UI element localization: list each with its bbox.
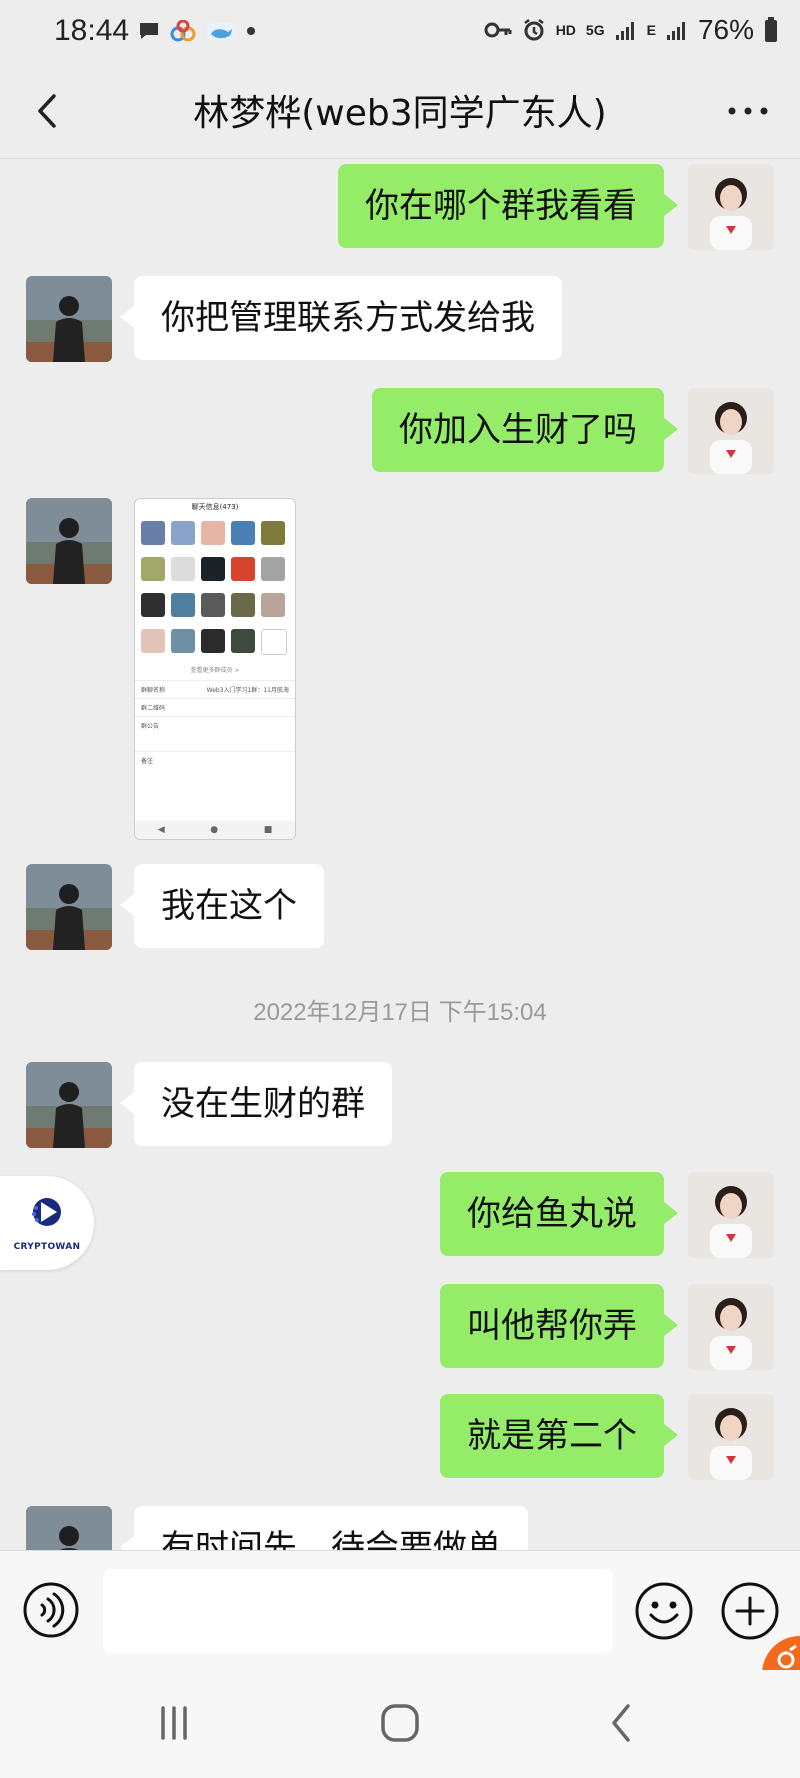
message-bubble-outgoing[interactable]: 你给鱼丸说: [440, 1172, 678, 1256]
message-timestamp: 2022年12月17日 下午15:04: [253, 999, 547, 1026]
message-bubble-outgoing[interactable]: 你在哪个群我看看: [338, 164, 678, 248]
system-indicators: HD 5G E 76%: [484, 14, 778, 46]
voice-input-button[interactable]: [22, 1581, 80, 1639]
back-button[interactable]: [24, 86, 74, 136]
shot-row: 群公告: [135, 716, 295, 751]
more-members-link: 查看更多群成员 >: [190, 667, 240, 674]
shot-title: 聊天信息(473): [191, 503, 239, 511]
home-button[interactable]: [370, 1698, 430, 1748]
clock: 18:44: [54, 14, 130, 47]
message-bubble-outgoing[interactable]: 叫他帮你弄: [440, 1284, 678, 1368]
message-bubble-incoming[interactable]: 我在这个: [120, 864, 324, 948]
my-avatar[interactable]: [688, 164, 774, 250]
system-nav-bar: [0, 1670, 800, 1778]
recent-apps-button[interactable]: [144, 1698, 204, 1748]
contact-avatar[interactable]: [26, 864, 112, 950]
message-bubble-outgoing[interactable]: 你加入生财了吗: [372, 388, 678, 472]
message-notification-icon: [140, 23, 158, 39]
key-icon: [484, 22, 512, 38]
dot-icon: [247, 27, 255, 35]
whale-icon: [207, 23, 235, 40]
shot-row: 群二维码: [135, 698, 295, 716]
shot-row: 备注: [135, 751, 295, 769]
chat-messages[interactable]: 你在哪个群我看看 你把管理联系方式发给我 你加入生财了吗 聊天信息(473) 查…: [0, 158, 800, 1550]
notification-icons: [138, 20, 256, 42]
shot-row: 群聊名称 Web3入门学习1群：11月航海: [135, 680, 295, 698]
emoji-button[interactable]: [634, 1581, 694, 1641]
message-input[interactable]: [103, 1569, 613, 1653]
message-bubble-incoming[interactable]: 没在生财的群: [120, 1062, 392, 1146]
shot-nav-bar: ◀ ● ■: [135, 821, 295, 839]
my-avatar[interactable]: [688, 1284, 774, 1370]
input-bar: [0, 1550, 800, 1671]
signal-icon: [615, 22, 634, 40]
cryptowan-logo: CRYPTOWAN: [10, 1186, 84, 1260]
system-back-button[interactable]: [592, 1698, 652, 1748]
contact-avatar[interactable]: [26, 1062, 112, 1148]
floating-badge[interactable]: CRYPTOWAN: [0, 1176, 94, 1270]
5g-label: 5G: [585, 22, 605, 38]
my-avatar[interactable]: [688, 1172, 774, 1258]
more-functions-button[interactable]: [720, 1581, 780, 1641]
more-options-button[interactable]: [718, 86, 778, 136]
contact-avatar[interactable]: [26, 498, 112, 584]
message-bubble-incoming[interactable]: 你把管理联系方式发给我: [120, 276, 562, 360]
my-avatar[interactable]: [688, 1394, 774, 1480]
floating-shortcut-icon[interactable]: [762, 1636, 800, 1674]
my-avatar[interactable]: [688, 388, 774, 474]
status-bar: 18:44 HD 5G E 76%: [0, 0, 800, 66]
contact-avatar[interactable]: [26, 1506, 112, 1550]
message-bubble-outgoing[interactable]: 就是第二个: [440, 1394, 678, 1478]
image-message[interactable]: 聊天信息(473) 查看更多群成员 > 群聊名称 Web3入门学习1群：11月航海…: [134, 498, 296, 840]
signal-icon-2: [666, 22, 685, 40]
badge-label: CRYPTOWAN: [13, 1242, 81, 1252]
chat-header: 林梦桦(web3同学广东人): [0, 66, 800, 159]
contact-avatar[interactable]: [26, 276, 112, 362]
chat-title: 林梦桦(web3同学广东人): [193, 93, 607, 134]
e-label: E: [646, 22, 656, 38]
app-notification-icon: [170, 20, 196, 42]
battery-percent: 76%: [697, 14, 754, 45]
battery-icon: [765, 17, 777, 42]
alarm-icon: [523, 19, 544, 41]
member-grid: [135, 515, 295, 655]
message-bubble-incoming[interactable]: 有时间先，待会要做单: [120, 1506, 528, 1550]
hd-label: HD: [555, 22, 576, 38]
